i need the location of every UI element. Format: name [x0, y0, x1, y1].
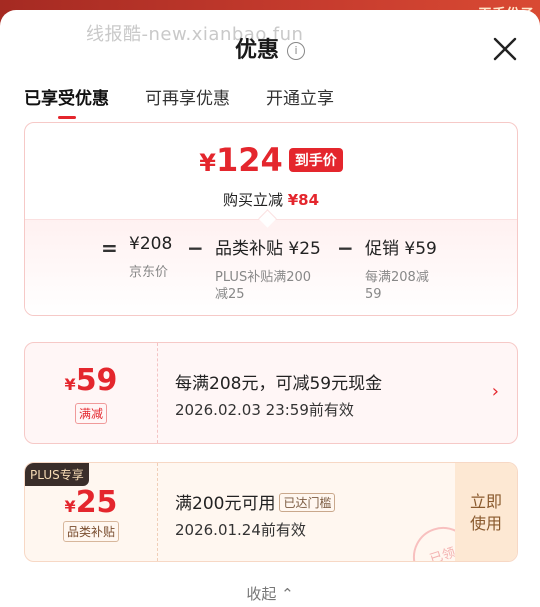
- final-price-currency: ¥: [199, 149, 216, 177]
- tab-more-discounts[interactable]: 可再享优惠: [145, 84, 230, 119]
- coupon-card-full-reduction[interactable]: ¥59 满减 每满208元，可减59元现金 2026.02.03 23:59前有…: [24, 342, 518, 444]
- plus-coupon-type-label: 品类补贴: [62, 521, 119, 542]
- coupon-type-label: 满减: [74, 403, 107, 424]
- price-summary-card: ¥124 到手价 购买立减 ¥84 = ¥208 京东价 − 品类补贴 ¥25 P…: [24, 122, 518, 316]
- coupon-card-plus-subsidy: ¥25 品类补贴 PLUS专享 满200元可用 已达门槛 2026.01.24前有…: [24, 462, 518, 562]
- formula-category-subsidy-value: 品类补贴 ¥25: [215, 239, 321, 259]
- plus-coupon-type-tag: 品类补贴: [25, 521, 157, 542]
- plus-coupon-rule-row: 满200元可用 已达门槛: [175, 489, 336, 514]
- save-label: 购买立减: [222, 191, 283, 209]
- formula-promotion-label: 每满208减 59: [365, 270, 429, 302]
- use-now-button[interactable]: 立即 使用: [455, 463, 517, 561]
- price-summary-top: ¥124 到手价 购买立减 ¥84: [25, 123, 517, 219]
- formula-promotion-value: 促销 ¥59: [365, 239, 437, 259]
- coupon-amount-value: 59: [75, 363, 118, 398]
- final-price-value: 124: [215, 141, 283, 179]
- coupon-currency: ¥: [64, 375, 76, 394]
- minus-sign-1: −: [187, 236, 204, 260]
- info-icon[interactable]: i: [287, 42, 305, 60]
- chevron-right-icon[interactable]: ›: [492, 381, 499, 402]
- formula-jd-price-label: 京东价: [129, 265, 169, 280]
- close-icon[interactable]: [492, 36, 518, 62]
- plus-coupon-details: 满200元可用 已达门槛 2026.01.24前有效: [175, 489, 336, 540]
- formula-jd-price-value: ¥208: [129, 234, 173, 254]
- formula-category-subsidy-label: PLUS补贴满200 减25: [215, 270, 312, 302]
- final-price-badge: 到手价: [288, 148, 343, 172]
- formula-category-subsidy: 品类补贴 ¥25 PLUS补贴满200 减25: [215, 234, 321, 303]
- plus-coupon-rule: 满200元可用: [175, 494, 276, 514]
- save-amount: ¥84: [287, 191, 320, 209]
- tab-bar: 已享受优惠 可再享优惠 开通立享: [24, 84, 334, 119]
- formula-promotion: 促销 ¥59 每满208减 59: [365, 234, 437, 303]
- equals-sign: =: [101, 236, 118, 260]
- plus-coupon-currency: ¥: [64, 497, 76, 516]
- minus-sign-2: −: [337, 236, 354, 260]
- sheet-title: 优惠 i: [0, 32, 540, 64]
- formula-jd-price: ¥208 京东价: [129, 234, 172, 281]
- final-price-row: ¥124 到手价: [25, 141, 517, 179]
- discount-sheet: 线报酷-new.xianbao.fun 优惠 i 已享受优惠 可再享优惠 开通立享…: [0, 10, 540, 607]
- save-row: 购买立减 ¥84: [25, 189, 517, 210]
- threshold-met-badge: 已达门槛: [279, 493, 336, 512]
- coupon-amount-panel: ¥59 满减: [25, 343, 158, 443]
- coupon-expiry: 2026.02.03 23:59前有效: [175, 401, 354, 419]
- coupon-amount: ¥59: [25, 363, 157, 398]
- collapse-button[interactable]: 收起 ⌃: [0, 583, 540, 604]
- tab-applied-discounts[interactable]: 已享受优惠: [24, 84, 109, 119]
- coupon-type-tag: 满减: [25, 403, 157, 424]
- price-formula: = ¥208 京东价 − 品类补贴 ¥25 PLUS补贴满200 减25 − 促…: [25, 209, 517, 315]
- plus-coupon-amount: ¥25: [25, 485, 157, 520]
- use-now-line1: 立即: [469, 492, 502, 511]
- plus-coupon-expiry: 2026.01.24前有效: [175, 521, 306, 539]
- coupon-details: 每满208元，可减59元现金 2026.02.03 23:59前有效: [175, 369, 382, 420]
- tab-activate-membership[interactable]: 开通立享: [266, 84, 334, 119]
- use-now-line2: 使用: [469, 514, 502, 533]
- coupon-rule: 每满208元，可减59元现金: [175, 374, 383, 394]
- plus-exclusive-badge: PLUS专享: [25, 463, 89, 486]
- plus-coupon-amount-value: 25: [75, 485, 118, 520]
- sheet-title-text: 优惠: [234, 38, 279, 63]
